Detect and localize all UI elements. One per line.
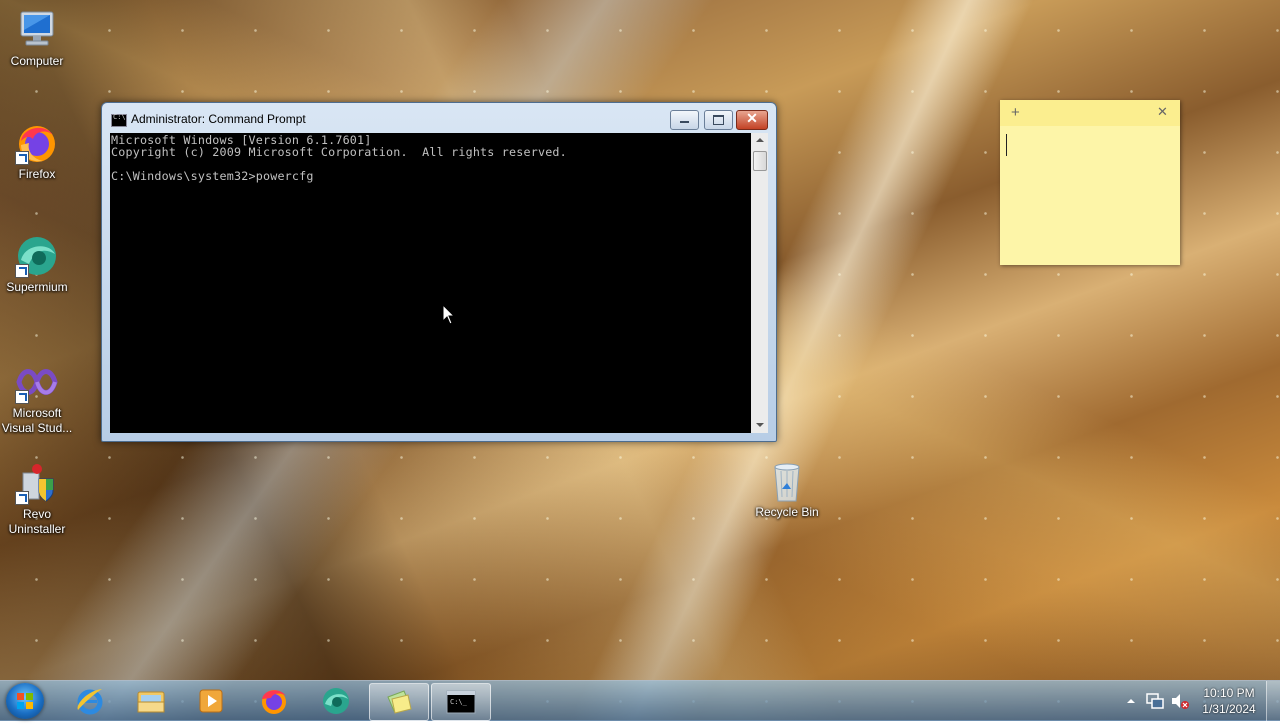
revo-uninstaller-icon (15, 461, 59, 505)
network-icon[interactable] (1146, 681, 1164, 721)
sticky-note-text[interactable] (1006, 134, 1174, 258)
desktop-icon-label-line2: Visual Stud... (1, 421, 73, 435)
desktop-icon-label-line2: Uninstaller (8, 522, 66, 536)
desktop-icon-recycle-bin[interactable]: Recycle Bin (751, 459, 823, 520)
ie-icon (75, 686, 105, 716)
firefox-icon (15, 121, 59, 165)
svg-text:C:\_: C:\_ (450, 698, 468, 706)
desktop-icon-label: Recycle Bin (755, 505, 819, 519)
sticky-note[interactable]: + ✕ (1000, 100, 1180, 265)
supermium-icon (15, 234, 59, 278)
minimize-button[interactable] (670, 110, 699, 130)
visual-studio-icon (15, 360, 59, 404)
window-titlebar[interactable]: Administrator: Command Prompt ✕ (102, 103, 776, 133)
system-clock[interactable]: 10:10 PM 1/31/2024 (1194, 685, 1264, 717)
desktop-icon-label: Computer (10, 54, 64, 68)
sticky-notes-icon (384, 687, 414, 717)
close-button[interactable]: ✕ (736, 110, 768, 130)
scroll-down-icon[interactable] (751, 417, 768, 433)
show-hidden-icons-button[interactable] (1124, 681, 1138, 721)
cmd-icon: C:\_ (446, 687, 476, 717)
clock-time: 10:10 PM (1203, 686, 1255, 700)
firefox-icon (259, 686, 289, 716)
desktop-icon-computer[interactable]: Computer (1, 8, 73, 69)
cmd-icon (111, 113, 127, 127)
taskbar-media-player[interactable] (182, 683, 240, 719)
taskbar-supermium[interactable] (307, 683, 365, 719)
scrollbar-thumb[interactable] (753, 151, 767, 171)
desktop-icon-revo-uninstaller[interactable]: Revo Uninstaller (1, 461, 73, 537)
close-icon: ✕ (746, 110, 758, 126)
scroll-up-icon[interactable] (751, 133, 768, 149)
show-desktop-button[interactable] (1266, 681, 1280, 721)
sticky-note-header: + ✕ (1000, 100, 1180, 126)
console-output[interactable]: Microsoft Windows [Version 6.1.7601] Cop… (110, 133, 751, 433)
shortcut-arrow-icon (15, 151, 29, 165)
volume-muted-icon[interactable] (1170, 681, 1190, 721)
desktop-icon-label: Supermium (6, 280, 68, 294)
delete-note-button[interactable]: ✕ (1157, 104, 1168, 120)
taskbar-command-prompt[interactable]: C:\_ (431, 683, 491, 721)
desktop-icon-label-line1: Revo (22, 507, 51, 521)
media-player-icon (196, 686, 226, 716)
shortcut-arrow-icon (15, 491, 29, 505)
desktop-icon-firefox[interactable]: Firefox (1, 121, 73, 182)
recycle-bin-icon (765, 459, 809, 503)
maximize-button[interactable] (704, 110, 733, 130)
taskbar-internet-explorer[interactable] (61, 683, 119, 719)
desktop-icon-visual-studio[interactable]: Microsoft Visual Stud... (1, 360, 73, 436)
taskbar-sticky-notes[interactable] (369, 683, 429, 721)
taskbar-firefox[interactable] (245, 683, 303, 719)
console-prompt-line: C:\Windows\system32>powercfg (111, 169, 314, 183)
console-line: Copyright (c) 2009 Microsoft Corporation… (111, 145, 567, 159)
add-note-button[interactable]: + (1011, 104, 1020, 121)
taskbar-windows-explorer[interactable] (122, 683, 180, 719)
window-title: Administrator: Command Prompt (131, 112, 306, 126)
start-button[interactable] (6, 683, 44, 719)
folder-icon (136, 686, 166, 716)
desktop-icon-label-line1: Microsoft (12, 406, 62, 420)
shortcut-arrow-icon (15, 264, 29, 278)
desktop-icon-supermium[interactable]: Supermium (1, 234, 73, 295)
vertical-scrollbar[interactable] (751, 133, 768, 433)
taskbar: C:\_ 10:10 PM 1/31/2024 (0, 680, 1280, 721)
computer-icon (15, 8, 59, 52)
clock-date: 1/31/2024 (1202, 702, 1256, 716)
shortcut-arrow-icon (15, 390, 29, 404)
desktop-icon-label: Firefox (18, 167, 56, 181)
supermium-icon (321, 686, 351, 716)
command-prompt-window[interactable]: Administrator: Command Prompt ✕ Microsof… (101, 102, 777, 442)
